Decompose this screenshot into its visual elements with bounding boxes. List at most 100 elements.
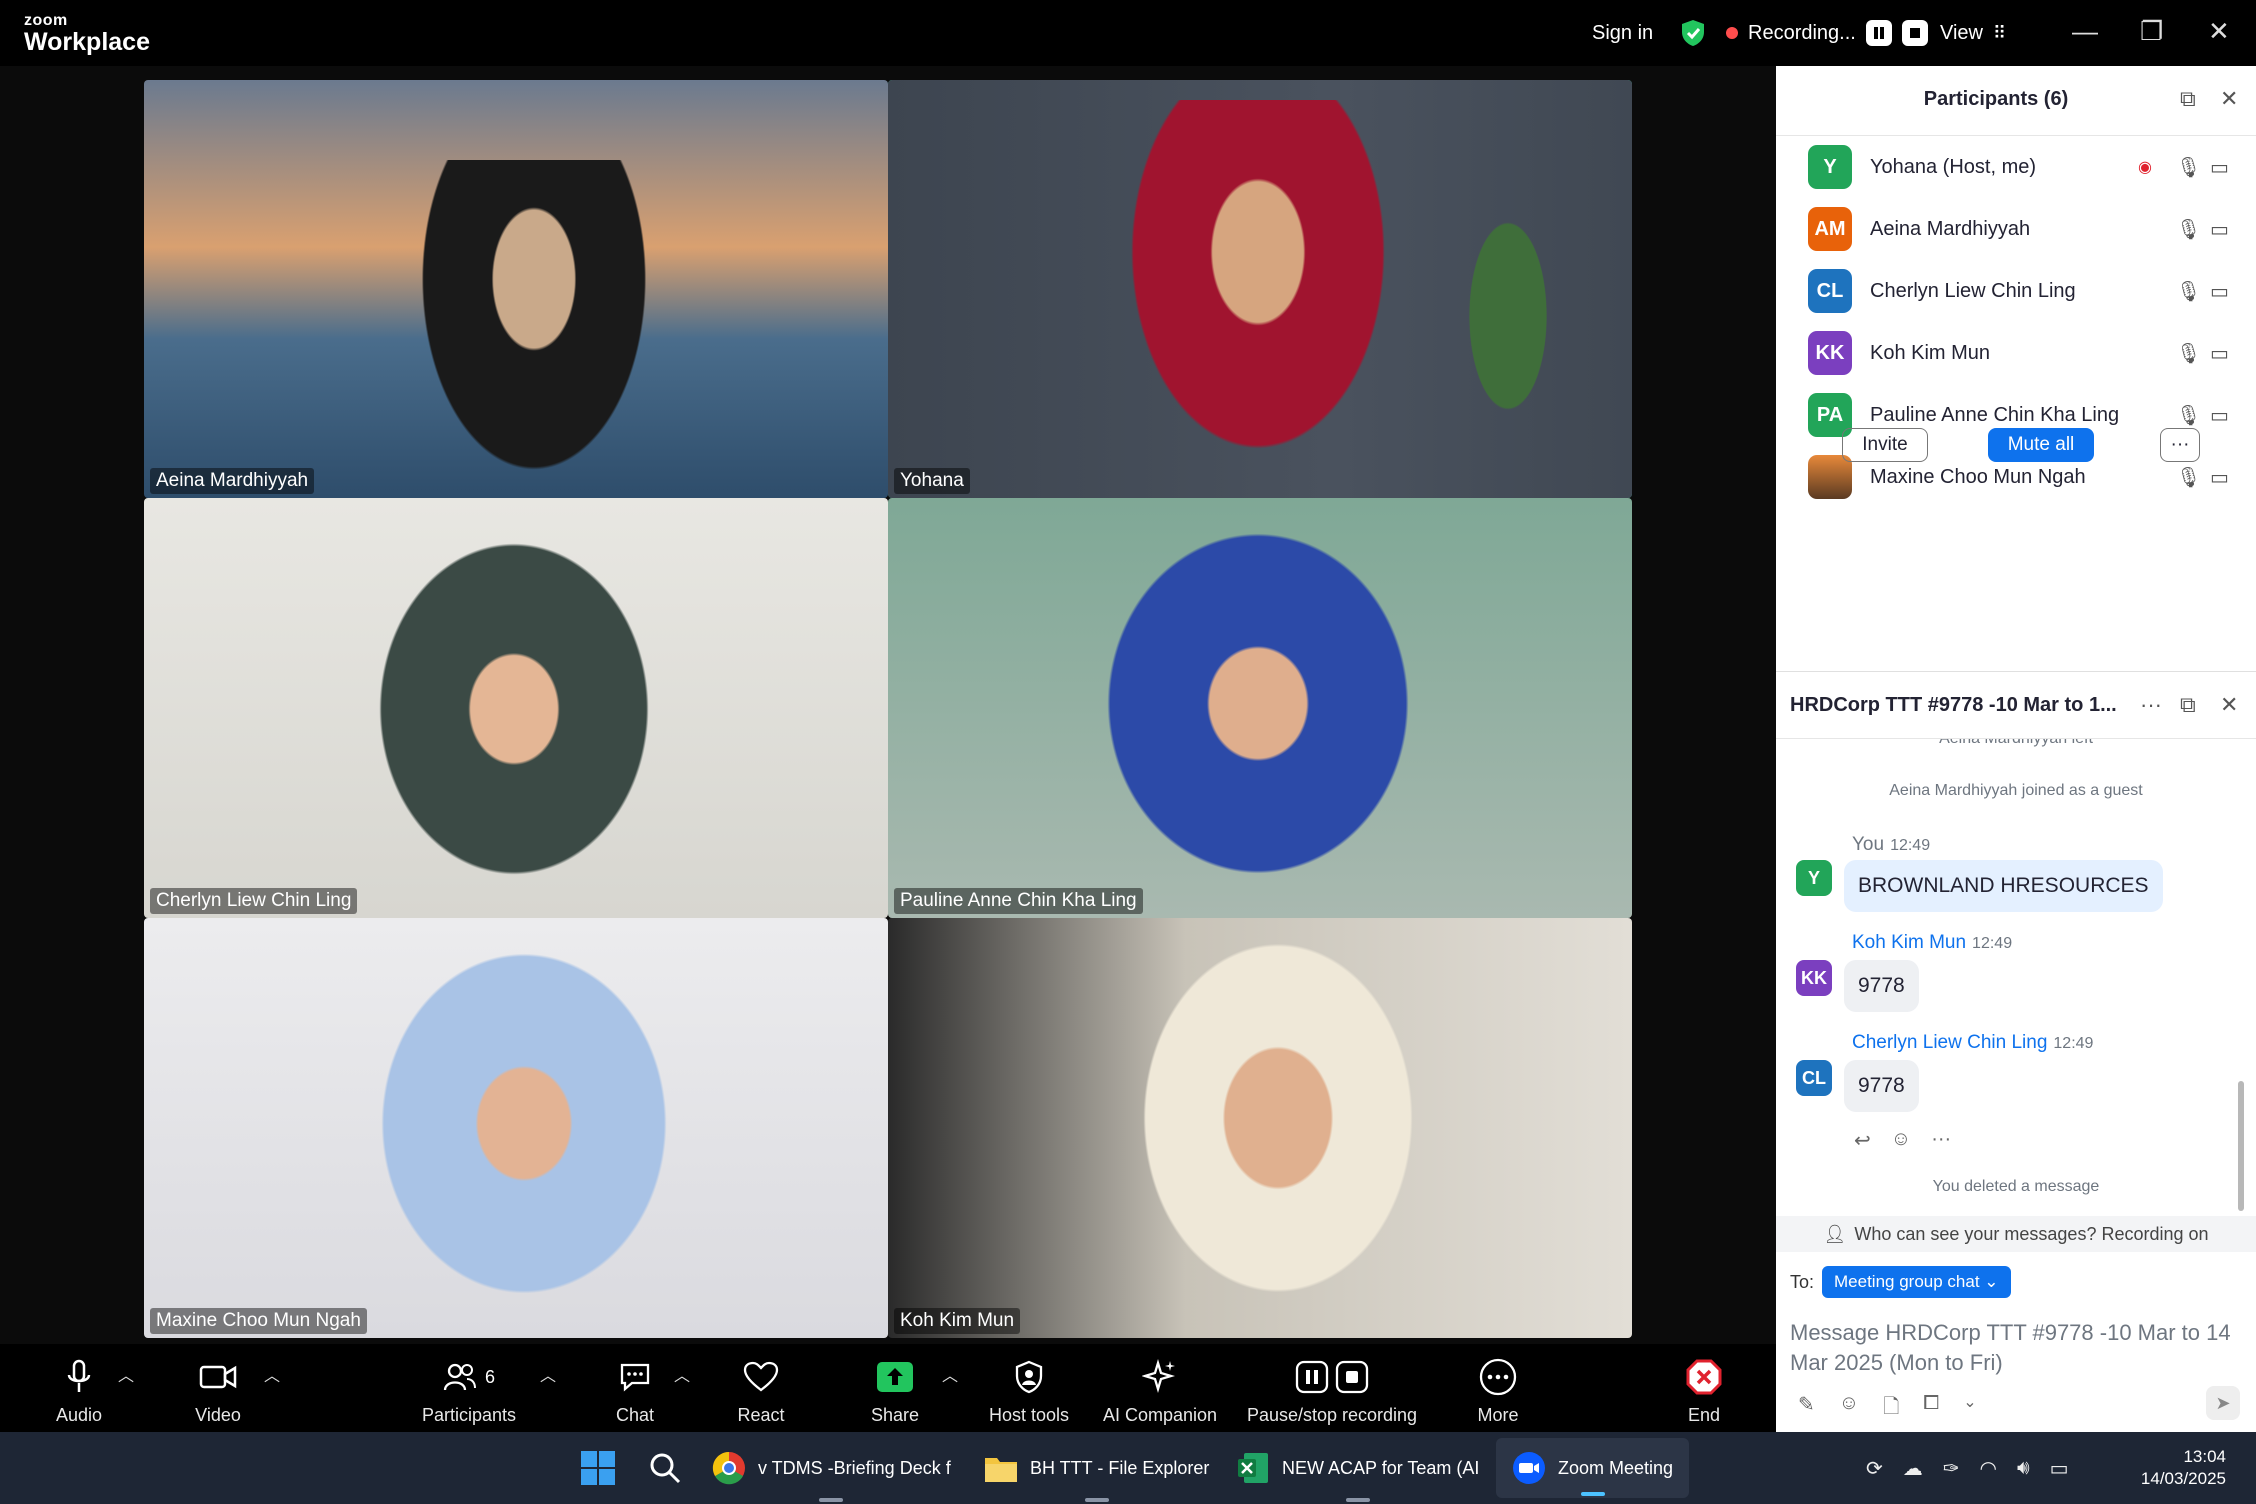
- audio-options-chevron-icon[interactable]: ︿: [118, 1362, 134, 1386]
- taskbar-app-excel[interactable]: NEW ACAP for Team (AI: [1236, 1432, 1479, 1504]
- video-camera-icon[interactable]: ▭: [2210, 403, 2229, 428]
- add-reaction-icon[interactable]: ☺: [1891, 1128, 1911, 1153]
- pen-icon[interactable]: ✑: [1943, 1456, 1960, 1481]
- restore-icon[interactable]: ❐: [2140, 16, 2163, 47]
- end-meeting-button[interactable]: End: [1680, 1344, 1728, 1432]
- visibility-info[interactable]: 👤︎ Who can see your messages? Recording …: [1776, 1216, 2256, 1252]
- search-button[interactable]: [648, 1432, 682, 1504]
- share-button[interactable]: Share: [866, 1344, 924, 1432]
- video-options-chevron-icon[interactable]: ︿: [264, 1362, 280, 1386]
- more-button[interactable]: More: [1468, 1344, 1528, 1432]
- chat-more-icon[interactable]: ···: [2140, 692, 2162, 718]
- person-lock-icon: 👤︎: [1823, 1223, 1847, 1244]
- microphone-icon[interactable]: 🎙︎: [2176, 465, 2201, 490]
- avatar: KK: [1808, 331, 1852, 375]
- sync-icon[interactable]: ⟳: [1866, 1456, 1883, 1481]
- stop-recording-icon[interactable]: [1901, 20, 1928, 46]
- microphone-icon[interactable]: 🎙︎: [2176, 341, 2201, 366]
- sign-in-link[interactable]: Sign in: [1592, 0, 1653, 66]
- close-chat-icon[interactable]: ✕: [2220, 692, 2238, 718]
- reply-icon[interactable]: ↩: [1854, 1128, 1871, 1153]
- pause-stop-recording-button[interactable]: Pause/stop recording: [1242, 1344, 1422, 1432]
- video-camera-icon[interactable]: ▭: [2210, 465, 2229, 490]
- video-camera-icon[interactable]: ▭: [2210, 341, 2229, 366]
- video-tile[interactable]: Maxine Choo Mun Ngah: [144, 918, 888, 1338]
- message-bubble[interactable]: 9778: [1844, 1060, 1919, 1112]
- pause-recording-icon[interactable]: [1865, 20, 1892, 46]
- close-panel-icon[interactable]: ✕: [2220, 86, 2238, 112]
- participant-row[interactable]: KK Koh Kim Mun 🎙︎ ▭: [1776, 322, 2256, 384]
- participants-options-chevron-icon[interactable]: ︿: [540, 1362, 556, 1386]
- emoji-icon[interactable]: ☺: [1839, 1392, 1859, 1426]
- video-camera-icon[interactable]: ▭: [2210, 217, 2229, 242]
- screenshot-icon[interactable]: ⧠: [1923, 1392, 1939, 1426]
- participant-video: [344, 538, 684, 918]
- chat-options-chevron-icon[interactable]: ︿: [674, 1362, 690, 1386]
- message-bubble[interactable]: BROWNLAND HRESOURCES: [1844, 860, 2163, 912]
- video-tile[interactable]: Aeina Mardhiyyah: [144, 80, 888, 498]
- search-icon: [650, 1453, 681, 1484]
- cloud-icon[interactable]: ☁: [1903, 1456, 1923, 1481]
- more-icon: [1479, 1358, 1517, 1396]
- encryption-shield-icon[interactable]: [1680, 0, 1706, 66]
- minimize-icon[interactable]: —: [2072, 16, 2098, 47]
- pop-out-icon[interactable]: ⧉: [2180, 692, 2196, 718]
- video-tile[interactable]: Pauline Anne Chin Kha Ling: [888, 498, 1632, 918]
- format-icon[interactable]: ✎: [1798, 1392, 1815, 1426]
- shield-icon: [1015, 1360, 1043, 1394]
- send-icon[interactable]: ➤: [2206, 1386, 2240, 1420]
- video-camera-icon: [199, 1365, 237, 1389]
- avatar: Y: [1808, 145, 1852, 189]
- wifi-icon[interactable]: ◠: [1980, 1456, 1997, 1481]
- video-button[interactable]: Video: [180, 1344, 256, 1432]
- mute-all-button[interactable]: Mute all: [1988, 428, 2094, 462]
- react-button[interactable]: React: [730, 1344, 792, 1432]
- start-button[interactable]: [580, 1432, 616, 1504]
- recording-label: Recording...: [1748, 21, 1856, 44]
- ai-companion-button[interactable]: AI Companion: [1098, 1344, 1222, 1432]
- more-actions-icon[interactable]: ···: [1931, 1128, 1951, 1153]
- view-button[interactable]: View ⠿: [1940, 0, 2006, 66]
- video-tile[interactable]: Cherlyn Liew Chin Ling: [144, 498, 888, 918]
- participants-button[interactable]: 6 Participants: [412, 1344, 526, 1432]
- pop-out-icon[interactable]: ⧉: [2180, 86, 2196, 112]
- message-input[interactable]: Message HRDCorp TTT #9778 -10 Mar to 14 …: [1790, 1318, 2240, 1378]
- chat-scrollbar[interactable]: [2238, 1081, 2244, 1211]
- message-header: Koh Kim Mun 12:49: [1852, 932, 2013, 953]
- participant-row[interactable]: CL Cherlyn Liew Chin Ling 🎙︎ ▭: [1776, 260, 2256, 322]
- participants-title: Participants (6): [1923, 88, 2069, 110]
- microphone-icon[interactable]: 🎙︎: [2176, 155, 2201, 180]
- participant-row[interactable]: AM Aeina Mardhiyyah 🎙︎ ▭: [1776, 198, 2256, 260]
- taskbar-app-chrome[interactable]: v TDMS -Briefing Deck f: [712, 1432, 951, 1504]
- video-camera-icon[interactable]: ▭: [2210, 279, 2229, 304]
- taskbar-app-zoom[interactable]: Zoom Meeting: [1496, 1438, 1690, 1498]
- grid-icon: ⠿: [1993, 22, 2007, 43]
- close-icon[interactable]: ✕: [2208, 16, 2230, 47]
- more-options-icon[interactable]: ···: [2160, 428, 2200, 462]
- share-options-chevron-icon[interactable]: ︿: [942, 1362, 958, 1386]
- microphone-icon[interactable]: 🎙︎: [2176, 279, 2201, 304]
- recipient-dropdown[interactable]: Meeting group chat ⌄: [1822, 1266, 2011, 1298]
- microphone-icon[interactable]: 🎙︎: [2176, 217, 2201, 242]
- system-message: Aeina Mardhiyyah left: [1776, 739, 2256, 749]
- microphone-icon[interactable]: 🎙︎: [2176, 403, 2201, 428]
- invite-button[interactable]: Invite: [1842, 428, 1928, 462]
- battery-icon[interactable]: ▭: [2050, 1456, 2069, 1481]
- taskbar-clock[interactable]: 13:04 14/03/2025: [2130, 1446, 2226, 1490]
- host-tools-button[interactable]: Host tools: [984, 1344, 1074, 1432]
- message-bubble[interactable]: 9778: [1844, 960, 1919, 1012]
- video-tile[interactable]: Koh Kim Mun: [888, 918, 1632, 1338]
- speaker-icon[interactable]: 🔊︎: [2017, 1457, 2030, 1480]
- zoom-logo: zoom Workplace: [24, 12, 150, 56]
- participants-count: 6: [484, 1366, 495, 1387]
- participant-row[interactable]: Y Yohana (Host, me) ◉ 🎙︎ ▭: [1776, 136, 2256, 198]
- chat-button[interactable]: Chat: [610, 1344, 660, 1432]
- chevron-down-icon[interactable]: ⌄: [1963, 1392, 1976, 1426]
- video-camera-icon[interactable]: ▭: [2210, 155, 2229, 180]
- taskbar-app-explorer[interactable]: BH TTT - File Explorer: [984, 1432, 1209, 1504]
- file-icon[interactable]: 🗋︎: [1883, 1392, 1899, 1426]
- title-bar: zoom Workplace Sign in Recording... View…: [0, 0, 2256, 66]
- video-tile-active-speaker[interactable]: Yohana: [888, 80, 1632, 498]
- audio-button[interactable]: Audio: [44, 1344, 114, 1432]
- system-message: Aeina Mardhiyyah joined as a guest: [1889, 782, 2143, 799]
